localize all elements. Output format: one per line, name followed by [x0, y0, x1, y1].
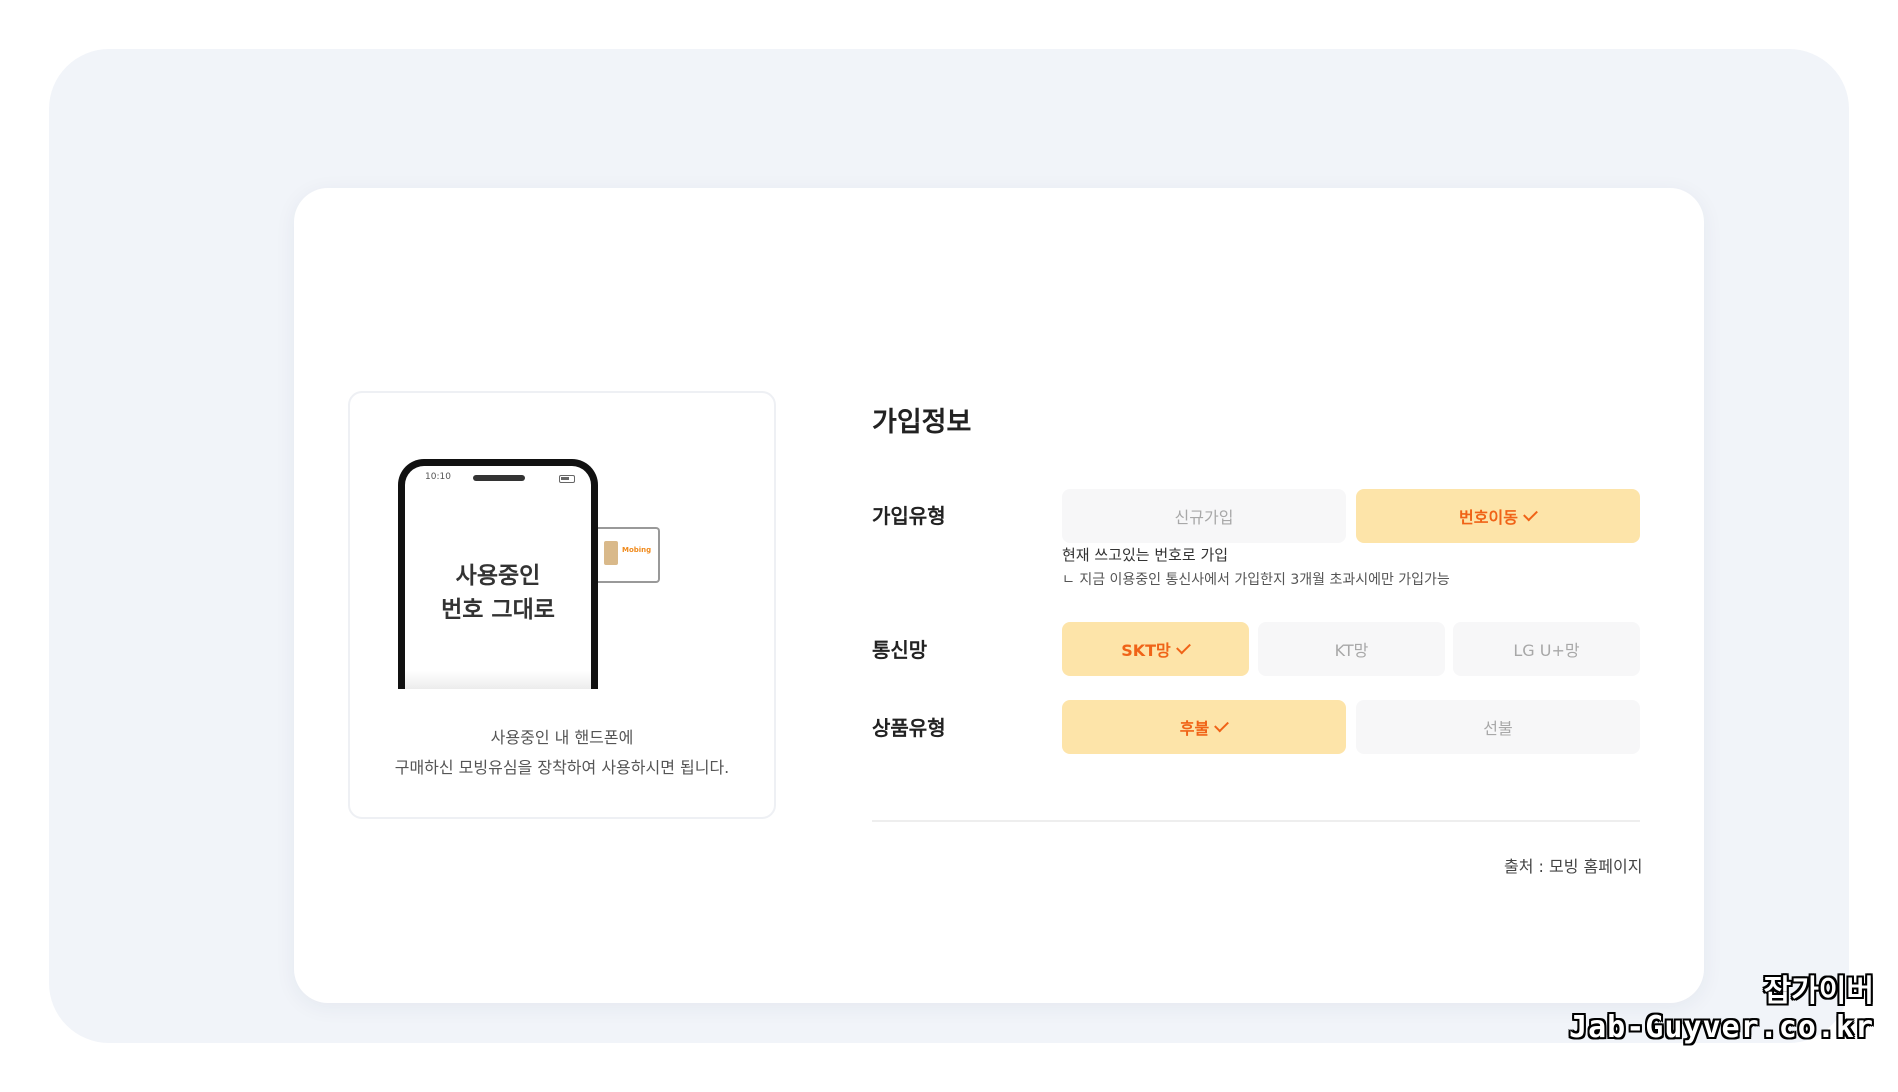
illustration-caption: 사용중인 내 핸드폰에 구매하신 모빙유심을 장착하여 사용하시면 됩니다. — [350, 723, 774, 783]
caption-line2: 구매하신 모빙유심을 장착하여 사용하시면 됩니다. — [394, 758, 730, 777]
phone-time: 10:10 — [425, 472, 451, 482]
check-icon — [1175, 639, 1191, 655]
phone-notch-icon — [473, 475, 525, 481]
divider — [872, 820, 1640, 822]
option-label: LG U+망 — [1513, 641, 1580, 660]
check-icon — [1214, 717, 1230, 733]
product-type-option-postpaid[interactable]: 후불 — [1062, 700, 1346, 754]
product-type-option-prepaid[interactable]: 선불 — [1356, 700, 1640, 754]
join-type-option-port[interactable]: 번호이동 — [1356, 489, 1640, 543]
network-option-lgu[interactable]: LG U+망 — [1453, 622, 1640, 676]
check-icon — [1523, 506, 1538, 522]
watermark-line1: 잡가이버 — [1763, 974, 1874, 1009]
phone-text-line2: 번호 그대로 — [441, 597, 555, 623]
section-title: 가입정보 — [872, 407, 972, 438]
sim-card-icon: Mobing — [598, 527, 660, 583]
product-type-label: 상품유형 — [872, 716, 946, 740]
network-option-kt[interactable]: KT망 — [1258, 622, 1445, 676]
option-label: 후불 — [1179, 719, 1210, 738]
caption-line1: 사용중인 내 핸드폰에 — [490, 728, 634, 747]
sim-logo: Mobing — [622, 546, 652, 554]
option-label: 선불 — [1483, 719, 1513, 738]
join-type-note: 현재 쓰고있는 번호로 가입 — [1062, 546, 1229, 564]
outer-background: 10:10 사용중인 번호 그대로 Mobing 사용중인 내 핸드폰에 구매하… — [49, 49, 1849, 1043]
content-card: 10:10 사용중인 번호 그대로 Mobing 사용중인 내 핸드폰에 구매하… — [294, 188, 1704, 1003]
join-type-subnote: ㄴ 지금 이용중인 통신사에서 가입한지 3개월 초과시에만 가입가능 — [1062, 572, 1450, 588]
option-label: KT망 — [1334, 641, 1369, 660]
source-text: 출처 : 모빙 홈페이지 — [1504, 857, 1643, 876]
option-label: SKT망 — [1121, 641, 1171, 660]
battery-icon — [559, 475, 575, 483]
option-label: 신규가입 — [1174, 508, 1234, 527]
join-type-label: 가입유형 — [872, 504, 946, 528]
watermark-line2: Jab-Guyver.co.kr — [1569, 1010, 1874, 1045]
sim-chip-icon — [604, 541, 618, 565]
watermark: 잡가이버 Jab-Guyver.co.kr — [1569, 974, 1874, 1046]
illustration-panel: 10:10 사용중인 번호 그대로 Mobing 사용중인 내 핸드폰에 구매하… — [348, 391, 776, 819]
phone-fade — [405, 671, 591, 689]
phone-screen-text: 사용중인 번호 그대로 — [405, 559, 591, 627]
phone-illustration: 10:10 사용중인 번호 그대로 — [398, 459, 598, 689]
network-option-skt[interactable]: SKT망 — [1062, 622, 1249, 676]
option-label: 번호이동 — [1459, 508, 1518, 527]
phone-text-line1: 사용중인 — [455, 563, 541, 589]
network-label: 통신망 — [872, 638, 928, 662]
join-type-option-new[interactable]: 신규가입 — [1062, 489, 1346, 543]
